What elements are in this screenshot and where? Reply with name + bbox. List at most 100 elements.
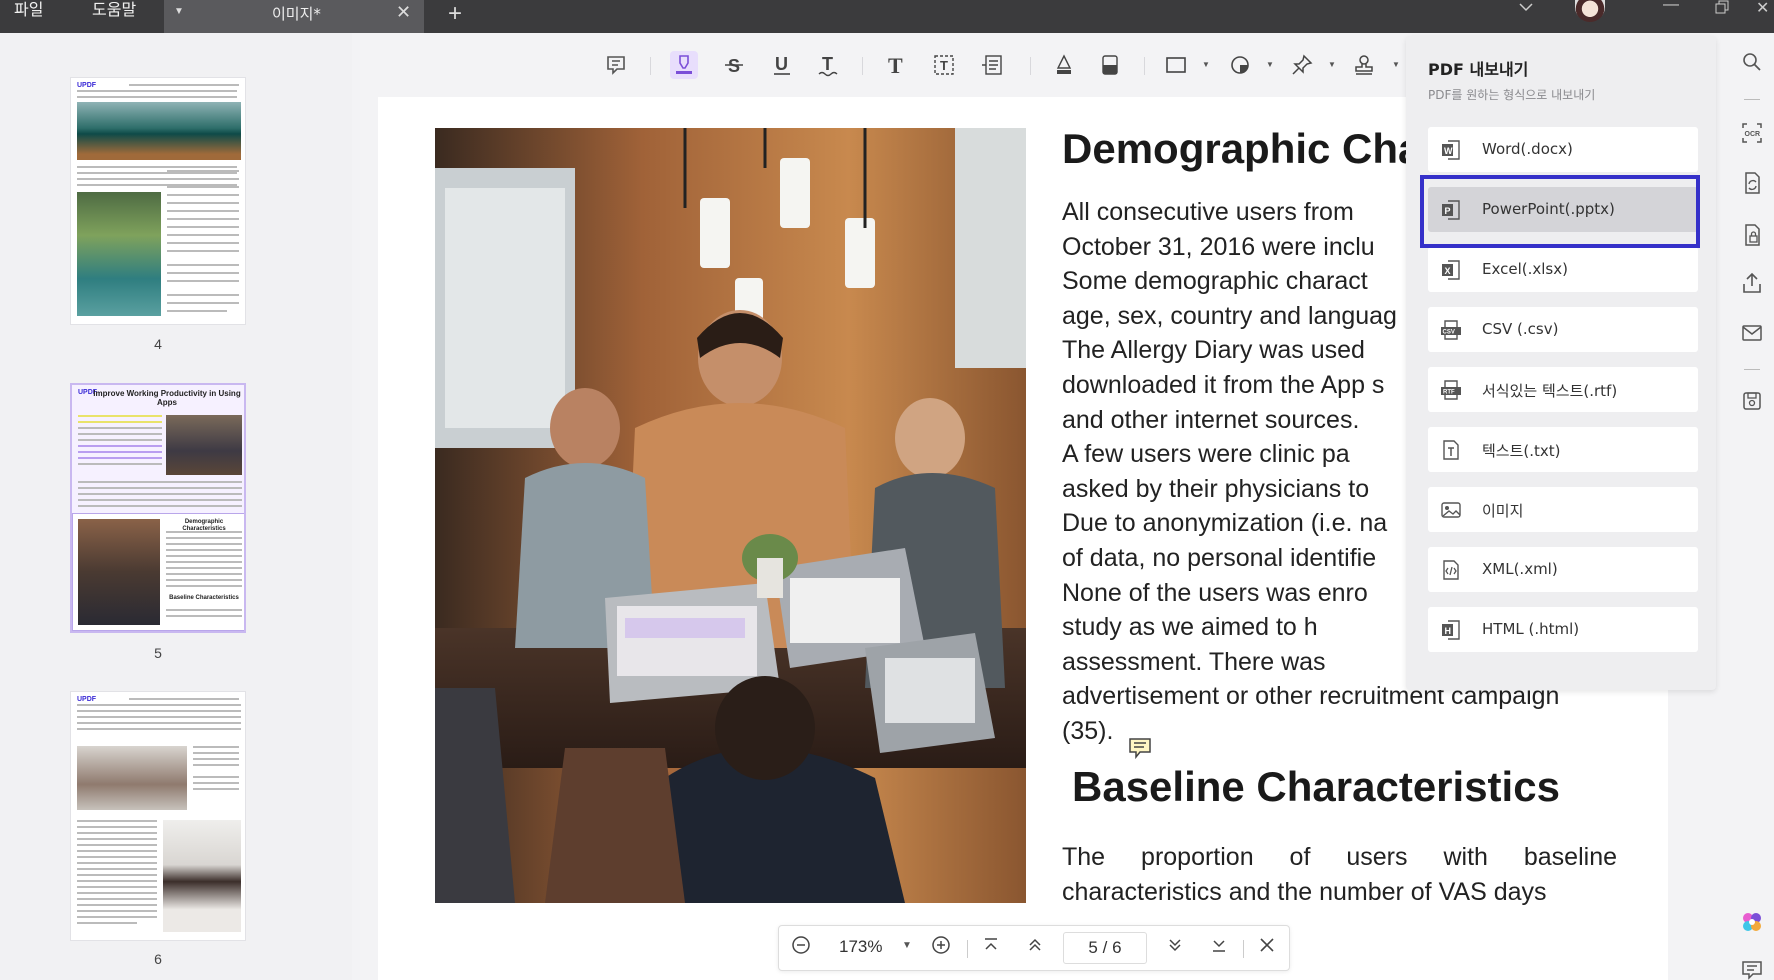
- thumbnail-page-6[interactable]: UPDF: [70, 691, 246, 941]
- svg-text:H: H: [1445, 626, 1452, 636]
- text-icon[interactable]: T: [882, 51, 910, 79]
- menu-file[interactable]: 파일: [14, 0, 43, 33]
- export-image-button[interactable]: 이미지: [1428, 487, 1698, 532]
- thumb-logo: UPDF: [77, 696, 97, 703]
- ai-assistant-icon[interactable]: [1740, 910, 1764, 934]
- total-pages: 6: [1112, 938, 1122, 957]
- next-page-icon[interactable]: [1165, 935, 1185, 960]
- export-item-label: XML(.xml): [1482, 560, 1558, 578]
- tab-close-icon[interactable]: ✕: [396, 2, 411, 23]
- close-navigation-icon[interactable]: [1257, 935, 1277, 960]
- page-separator: /: [1102, 938, 1108, 957]
- right-sidebar: OCR: [1730, 33, 1774, 980]
- first-page-icon[interactable]: [981, 935, 1001, 960]
- export-item-label: HTML (.html): [1482, 620, 1580, 638]
- search-icon[interactable]: [1740, 50, 1764, 74]
- zoom-in-icon[interactable]: [931, 935, 951, 960]
- rectangle-icon[interactable]: [1162, 51, 1190, 79]
- svg-text:T: T: [822, 54, 833, 74]
- document-photo: [435, 128, 1026, 903]
- thumbnail-panel: UPDF 4 UPDF Improve Working Productivity…: [0, 33, 352, 980]
- tab-dropdown-icon[interactable]: ▼: [174, 6, 184, 17]
- thumbnail-page-number: 4: [154, 336, 162, 352]
- svg-text:OCR: OCR: [1745, 131, 1761, 138]
- caret-down-icon[interactable]: ▼: [1392, 60, 1400, 69]
- thumbnail-page-number: 5: [154, 645, 162, 661]
- share-icon[interactable]: [1740, 271, 1764, 295]
- export-excel-button[interactable]: X Excel(.xlsx): [1428, 247, 1698, 292]
- sticker-icon[interactable]: [1226, 51, 1254, 79]
- protect-icon[interactable]: [1740, 223, 1764, 247]
- thumb-logo: UPDF: [77, 82, 97, 89]
- page-number-field[interactable]: 5 / 6: [1063, 932, 1147, 964]
- minimize-icon[interactable]: —: [1663, 0, 1679, 14]
- pin-icon[interactable]: [1288, 51, 1316, 79]
- export-subtitle: PDF를 원하는 형식으로 내보내기: [1428, 88, 1596, 102]
- rtf-icon: RTF: [1441, 380, 1461, 400]
- convert-icon[interactable]: [1740, 171, 1764, 195]
- word-icon: W: [1442, 140, 1460, 160]
- zoom-level[interactable]: 173%: [839, 937, 882, 957]
- svg-text:CSV: CSV: [1443, 330, 1455, 336]
- save-icon[interactable]: [1740, 389, 1764, 413]
- zoom-caret-icon[interactable]: ▼: [902, 940, 912, 951]
- comment-note-icon[interactable]: [1128, 737, 1152, 759]
- caret-down-icon[interactable]: ▼: [1202, 60, 1210, 69]
- export-xml-button[interactable]: XML(.xml): [1428, 547, 1698, 592]
- caret-down-icon[interactable]: ▼: [1328, 60, 1336, 69]
- body-line: characteristics and the number of VAS da…: [1062, 877, 1547, 906]
- document-heading: Demographic Cha: [1062, 125, 1422, 172]
- csv-icon: CSV: [1441, 320, 1461, 340]
- svg-text:T: T: [888, 53, 903, 77]
- caret-down-icon[interactable]: ▼: [1266, 60, 1274, 69]
- highlight-icon[interactable]: [670, 51, 698, 79]
- export-txt-button[interactable]: 텍스트(.txt): [1428, 427, 1698, 472]
- tab-title: 이미지*: [272, 5, 321, 23]
- last-page-icon[interactable]: [1209, 935, 1229, 960]
- close-window-icon[interactable]: ✕: [1756, 0, 1769, 18]
- selection-highlight: [1420, 175, 1700, 248]
- zoom-out-icon[interactable]: [791, 935, 811, 960]
- text-callout-icon[interactable]: [978, 51, 1006, 79]
- svg-text:T: T: [940, 58, 948, 73]
- page-navigation-bar: 173% ▼ 5 / 6: [778, 925, 1290, 971]
- chevron-down-icon[interactable]: [1518, 0, 1534, 19]
- stamp-icon[interactable]: [1350, 51, 1378, 79]
- comments-panel-icon[interactable]: [1740, 958, 1764, 980]
- xml-icon: [1443, 560, 1459, 580]
- avatar[interactable]: [1575, 0, 1605, 22]
- export-rtf-button[interactable]: RTF 서식있는 텍스트(.rtf): [1428, 367, 1698, 412]
- previous-page-icon[interactable]: [1025, 935, 1045, 960]
- image-icon: [1441, 502, 1461, 518]
- export-csv-button[interactable]: CSV CSV (.csv): [1428, 307, 1698, 352]
- document-tab[interactable]: ▼ 이미지* ✕: [164, 0, 424, 33]
- textbox-icon[interactable]: T: [930, 51, 958, 79]
- eraser-icon[interactable]: [1096, 51, 1124, 79]
- pencil-icon[interactable]: [1050, 51, 1078, 79]
- thumbnail-page-5[interactable]: UPDF Improve Working Productivity in Usi…: [70, 383, 246, 633]
- underline-icon[interactable]: U: [768, 51, 796, 79]
- export-word-button[interactable]: W Word(.docx): [1428, 127, 1698, 172]
- mail-icon[interactable]: [1740, 321, 1764, 345]
- document-body-2: The proportion of users with baseline ch…: [1062, 840, 1617, 909]
- squiggly-icon[interactable]: T: [814, 51, 842, 79]
- menu-help[interactable]: 도움말: [92, 0, 136, 33]
- restore-icon[interactable]: [1714, 0, 1730, 21]
- export-item-label: Word(.docx): [1482, 140, 1573, 158]
- add-tab-icon[interactable]: +: [448, 0, 462, 28]
- ocr-icon[interactable]: OCR: [1740, 121, 1764, 145]
- txt-icon: [1443, 440, 1459, 460]
- comment-icon[interactable]: [602, 51, 630, 79]
- export-html-button[interactable]: H HTML (.html): [1428, 607, 1698, 652]
- export-title: PDF 내보내기: [1428, 60, 1529, 79]
- strikethrough-icon[interactable]: S: [720, 51, 748, 79]
- document-subheading: Baseline Characteristics: [1072, 763, 1560, 810]
- export-item-label: 서식있는 텍스트(.rtf): [1482, 382, 1618, 400]
- svg-text:U: U: [775, 54, 788, 74]
- export-item-label: 이미지: [1482, 502, 1524, 520]
- export-item-label: CSV (.csv): [1482, 320, 1559, 338]
- export-item-label: Excel(.xlsx): [1482, 260, 1568, 278]
- thumbnail-page-4[interactable]: UPDF: [70, 77, 246, 325]
- export-panel: PDF 내보내기 PDF를 원하는 형식으로 내보내기 W Word(.docx…: [1406, 36, 1716, 690]
- svg-text:X: X: [1445, 266, 1451, 276]
